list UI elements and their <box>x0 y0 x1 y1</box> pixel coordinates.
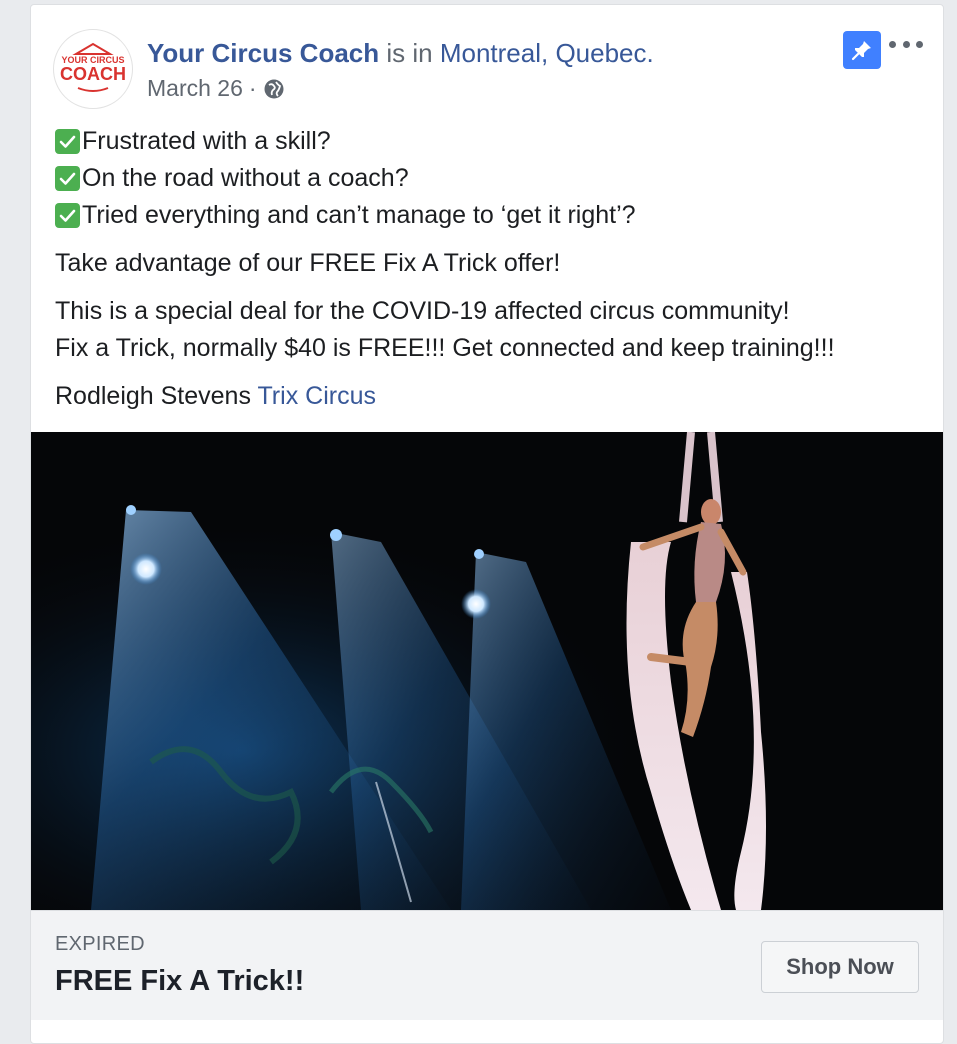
checklist-text: On the road without a coach? <box>82 164 409 192</box>
offer-title[interactable]: FREE Fix A Trick!! <box>55 965 304 998</box>
shop-now-button[interactable]: Shop Now <box>761 941 919 993</box>
post-body: Frustrated with a skill? On the road wit… <box>55 123 923 415</box>
svg-text:COACH: COACH <box>60 64 126 84</box>
checklist-item: Frustrated with a skill? <box>55 123 923 160</box>
avatar[interactable]: YOUR CIRCUS COACH <box>53 29 133 109</box>
post-header: YOUR CIRCUS COACH Your Circus Coach is i… <box>53 27 923 117</box>
offer-footer: EXPIRED FREE Fix A Trick!! Shop Now <box>31 910 943 1020</box>
checklist-text: Tried everything and can’t manage to ‘ge… <box>82 201 636 229</box>
author-name-link[interactable]: Your Circus Coach <box>147 38 379 68</box>
author-line: Your Circus Coach is in Montreal, Quebec… <box>147 37 654 69</box>
aerial-silks-performer-photo <box>31 432 943 910</box>
checklist-item: On the road without a coach? <box>55 160 923 197</box>
post-card: YOUR CIRCUS COACH Your Circus Coach is i… <box>30 4 944 1044</box>
more-dot-icon <box>889 40 896 48</box>
location-prefix: is in <box>386 38 433 68</box>
post-image[interactable] <box>31 432 943 910</box>
tagged-page-link[interactable]: Trix Circus <box>257 382 376 410</box>
pin-post-button[interactable] <box>843 31 881 69</box>
deal-line-2: Fix a Trick, normally $40 is FREE!!! Get… <box>55 334 835 362</box>
post-date-link[interactable]: March 26 <box>147 73 243 103</box>
checklist-text: Frustrated with a skill? <box>82 127 331 155</box>
pin-icon <box>851 41 871 61</box>
tagged-person: Rodleigh Stevens <box>55 382 251 410</box>
more-dot-icon <box>902 40 910 48</box>
deal-paragraph: This is a special deal for the COVID-19 … <box>55 293 923 367</box>
tags-line: Rodleigh Stevens Trix Circus <box>55 378 923 415</box>
check-mark-icon <box>55 129 80 154</box>
location-link[interactable]: Montreal, Quebec. <box>440 38 654 68</box>
post-meta: March 26 · <box>147 73 285 103</box>
deal-line-1: This is a special deal for the COVID-19 … <box>55 297 790 325</box>
globe-icon[interactable] <box>263 77 285 99</box>
check-mark-icon <box>55 203 80 228</box>
offer-paragraph: Take advantage of our FREE Fix A Trick o… <box>55 249 561 277</box>
checklist-item: Tried everything and can’t manage to ‘ge… <box>55 197 923 234</box>
circus-coach-logo: YOUR CIRCUS COACH <box>55 31 131 107</box>
check-mark-icon <box>55 166 80 191</box>
more-dot-icon <box>916 40 923 48</box>
more-options-button[interactable] <box>889 29 923 59</box>
offer-status: EXPIRED <box>55 933 145 955</box>
meta-separator: · <box>248 75 257 101</box>
